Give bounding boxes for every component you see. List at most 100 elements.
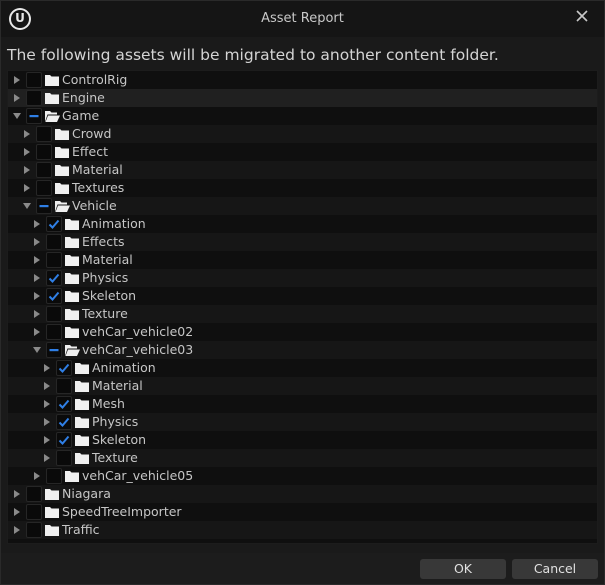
tree-row[interactable]: SpeedTreeImporter (8, 503, 597, 521)
tree-row[interactable]: ControlRig (8, 71, 597, 89)
tree-row-checkbox[interactable] (36, 198, 52, 214)
tree-row-checkbox[interactable] (46, 468, 62, 484)
tree-row-checkbox[interactable] (26, 504, 42, 520)
tree-row[interactable]: Material (8, 377, 597, 395)
tree-row-checkbox[interactable] (56, 414, 72, 430)
tree-row-checkbox[interactable] (46, 270, 62, 286)
collapse-arrow-icon[interactable] (13, 112, 21, 120)
expand-arrow-icon[interactable] (13, 526, 21, 534)
tree-row[interactable]: Vehicle (8, 197, 597, 215)
tree-row-label: Effect (72, 144, 108, 159)
cancel-button[interactable]: Cancel (512, 559, 598, 579)
tree-row-checkbox[interactable] (46, 252, 62, 268)
expand-arrow-icon[interactable] (43, 436, 51, 444)
tree-row-label: Texture (92, 450, 138, 465)
tree-row-checkbox[interactable] (36, 144, 52, 160)
tree-row-label: Skeleton (82, 288, 137, 303)
tree-row-checkbox[interactable] (56, 396, 72, 412)
folder-icon (74, 451, 90, 465)
expand-arrow-icon[interactable] (33, 238, 41, 246)
expand-arrow-icon[interactable] (43, 454, 51, 462)
asset-tree[interactable]: ControlRig Engine Game Crowd Effect Material T… (7, 70, 598, 544)
tree-row-checkbox[interactable] (26, 72, 42, 88)
tree-row-label: Traffic (62, 522, 100, 537)
folder-icon (44, 523, 60, 537)
tree-row-checkbox[interactable] (56, 360, 72, 376)
tree-row-checkbox[interactable] (46, 216, 62, 232)
tree-row[interactable]: Texture (8, 449, 597, 467)
tree-row[interactable]: Effect (8, 143, 597, 161)
tree-row[interactable]: Game (8, 107, 597, 125)
tree-row-checkbox[interactable] (46, 234, 62, 250)
tree-row-label: ControlRig (62, 72, 128, 87)
tree-row-checkbox[interactable] (26, 90, 42, 106)
expand-arrow-icon[interactable] (13, 490, 21, 498)
tree-row-checkbox[interactable] (26, 108, 42, 124)
close-button[interactable] (571, 5, 593, 27)
collapse-arrow-icon[interactable] (23, 202, 31, 210)
tree-row[interactable]: Skeleton (8, 431, 597, 449)
expand-arrow-icon[interactable] (13, 94, 21, 102)
tree-row[interactable]: Physics (8, 269, 597, 287)
expand-arrow-icon[interactable] (33, 472, 41, 480)
folder-icon (44, 91, 60, 105)
tree-row[interactable]: Animation (8, 215, 597, 233)
tree-row-label: Effects (82, 234, 125, 249)
tree-row-checkbox[interactable] (36, 180, 52, 196)
expand-arrow-icon[interactable] (33, 310, 41, 318)
tree-row[interactable]: Skeleton (8, 287, 597, 305)
expand-arrow-icon[interactable] (23, 148, 31, 156)
collapse-arrow-icon[interactable] (33, 346, 41, 354)
folder-icon (64, 253, 80, 267)
expand-arrow-icon[interactable] (13, 76, 21, 84)
expand-arrow-icon[interactable] (43, 418, 51, 426)
tree-row-checkbox[interactable] (36, 126, 52, 142)
tree-row[interactable]: Texture (8, 305, 597, 323)
tree-row-checkbox[interactable] (46, 324, 62, 340)
tree-row[interactable]: vehCar_vehicle03 (8, 341, 597, 359)
tree-row-checkbox[interactable] (46, 306, 62, 322)
expand-arrow-icon[interactable] (43, 400, 51, 408)
tree-row[interactable]: Mesh (8, 395, 597, 413)
folder-icon (54, 127, 70, 141)
expand-arrow-icon[interactable] (23, 166, 31, 174)
expand-arrow-icon[interactable] (33, 274, 41, 282)
tree-row[interactable]: Physics (8, 413, 597, 431)
expand-arrow-icon[interactable] (33, 292, 41, 300)
expand-arrow-icon[interactable] (33, 256, 41, 264)
tree-row-checkbox[interactable] (56, 378, 72, 394)
tree-row[interactable]: vehCar_vehicle05 (8, 467, 597, 485)
folder-icon (54, 163, 70, 177)
tree-row-label: Physics (82, 270, 129, 285)
tree-row-checkbox[interactable] (46, 288, 62, 304)
title-bar: Asset Report (1, 1, 604, 37)
tree-row[interactable]: Material (8, 161, 597, 179)
tree-row-checkbox[interactable] (36, 162, 52, 178)
tree-row[interactable]: Effects (8, 233, 597, 251)
tree-row-checkbox[interactable] (26, 486, 42, 502)
expand-arrow-icon[interactable] (43, 382, 51, 390)
dialog-description: The following assets will be migrated to… (7, 46, 499, 64)
tree-row[interactable]: Crowd (8, 125, 597, 143)
tree-row-checkbox[interactable] (56, 450, 72, 466)
tree-row-label: Material (92, 378, 143, 393)
expand-arrow-icon[interactable] (43, 364, 51, 372)
ok-button[interactable]: OK (420, 559, 506, 579)
expand-arrow-icon[interactable] (23, 130, 31, 138)
tree-row[interactable]: Engine (8, 89, 597, 107)
tree-row[interactable]: Niagara (8, 485, 597, 503)
tree-row-checkbox[interactable] (46, 342, 62, 358)
tree-row-checkbox[interactable] (56, 432, 72, 448)
tree-row[interactable]: Animation (8, 359, 597, 377)
expand-arrow-icon[interactable] (33, 220, 41, 228)
tree-row[interactable]: Textures (8, 179, 597, 197)
expand-arrow-icon[interactable] (33, 328, 41, 336)
tree-row[interactable]: Traffic (8, 521, 597, 539)
expand-arrow-icon[interactable] (13, 508, 21, 516)
folder-icon (74, 433, 90, 447)
folder-icon (54, 181, 70, 195)
tree-row-checkbox[interactable] (26, 522, 42, 538)
expand-arrow-icon[interactable] (23, 184, 31, 192)
tree-row[interactable]: vehCar_vehicle02 (8, 323, 597, 341)
tree-row[interactable]: Material (8, 251, 597, 269)
